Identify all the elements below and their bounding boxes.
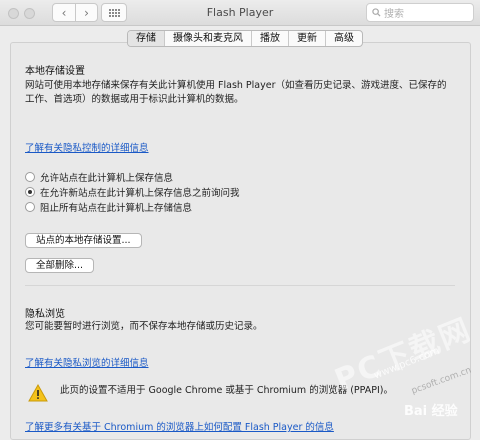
radio-allow-all[interactable]: 允许站点在此计算机上保存信息 [25, 170, 174, 184]
private-browsing-heading: 隐私浏览 [25, 309, 65, 320]
title-bar: ‹ › Flash Player 搜索 [0, 0, 480, 26]
local-storage-description-line1: 网站可使用本地存储来保存有关此计算机使用 Flash Player（如查看历史记… [25, 80, 447, 91]
local-storage-heading: 本地存储设置 [25, 66, 85, 77]
radio-ask-first-label: 在允许新站点在此计算机上保存信息之前询问我 [40, 187, 240, 199]
privacy-control-link[interactable]: 了解有关隐私控制的详细信息 [25, 140, 149, 154]
tab-bar: 存储 摄像头和麦克风 播放 更新 高级 [127, 30, 363, 47]
local-storage-description-line2: 工作、首选项）的数据或用于标识此计算机的数据。 [25, 94, 244, 105]
site-storage-settings-button[interactable]: 站点的本地存储设置... [25, 233, 142, 248]
section-divider [25, 285, 455, 286]
radio-ask-first[interactable]: 在允许新站点在此计算机上保存信息之前询问我 [25, 185, 240, 199]
warning-text: 此页的设置不适用于 Google Chrome 或基于 Chromium 的浏览… [60, 385, 394, 396]
tab-storage[interactable]: 存储 [128, 31, 164, 46]
radio-allow-all-label: 允许站点在此计算机上保存信息 [40, 172, 174, 184]
radio-ask-first-control[interactable] [25, 186, 35, 197]
search-icon [372, 8, 381, 17]
radio-block-all-label: 阻止所有站点在此计算机上存储信息 [40, 202, 193, 214]
private-browsing-link[interactable]: 了解有关隐私浏览的详细信息 [25, 355, 149, 369]
search-input[interactable]: 搜索 [366, 3, 474, 22]
warning-icon [28, 383, 48, 405]
private-browsing-description: 您可能要暂时进行浏览，而不保存本地存储或历史记录。 [25, 321, 263, 332]
delete-all-button[interactable]: 全部删除... [25, 258, 95, 273]
chromium-config-link[interactable]: 了解更多有关基于 Chromium 的浏览器上如何配置 Flash Player… [25, 419, 334, 433]
tab-updates[interactable]: 更新 [288, 31, 325, 46]
tab-advanced[interactable]: 高级 [325, 31, 362, 46]
search-placeholder: 搜索 [384, 9, 404, 20]
radio-block-all-control[interactable] [25, 201, 35, 212]
tab-playback[interactable]: 播放 [251, 31, 288, 46]
radio-block-all[interactable]: 阻止所有站点在此计算机上存储信息 [25, 200, 193, 214]
radio-allow-all-control[interactable] [25, 171, 35, 182]
tab-camera-mic[interactable]: 摄像头和麦克风 [164, 31, 251, 46]
